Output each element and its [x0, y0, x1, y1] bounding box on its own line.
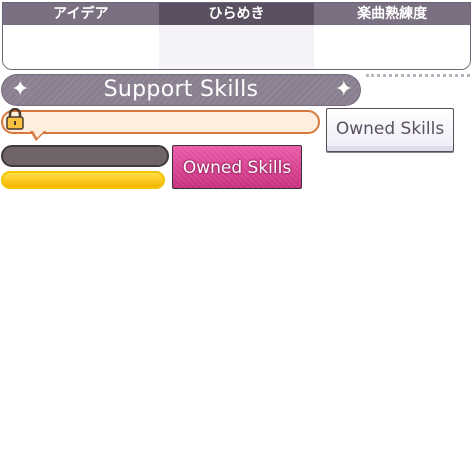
speech-bubble-tail-fill: [33, 131, 44, 138]
sparkle-star-icon: ✦: [334, 77, 353, 102]
yellow-progress-bar: [1, 171, 165, 189]
dark-pill-bar: [1, 145, 169, 167]
tab-content: [3, 25, 470, 69]
tab-content-idea: [3, 25, 159, 69]
skill-ui-panel: アイデア ひらめき 楽曲熟練度 ✦ Support Skills ✦ Owned…: [0, 0, 474, 474]
tab-song-mastery[interactable]: 楽曲熟練度: [314, 3, 470, 25]
tab-idea[interactable]: アイデア: [3, 3, 159, 25]
locked-speech-bubble: [1, 110, 320, 134]
banner-title: Support Skills: [103, 77, 259, 102]
tab-bar: アイデア ひらめき 楽曲熟練度: [3, 3, 470, 25]
support-skills-banner: ✦ Support Skills ✦: [1, 74, 361, 106]
tab-panel: アイデア ひらめき 楽曲熟練度: [2, 2, 471, 70]
tab-content-hirameki: [158, 25, 315, 69]
owned-skills-button[interactable]: Owned Skills: [326, 108, 454, 152]
lock-icon: [6, 108, 24, 130]
owned-skills-button-pink[interactable]: Owned Skills: [172, 145, 302, 189]
dotted-divider: [366, 74, 470, 77]
tab-hirameki[interactable]: ひらめき: [158, 3, 315, 25]
tab-content-song-mastery: [314, 25, 470, 69]
